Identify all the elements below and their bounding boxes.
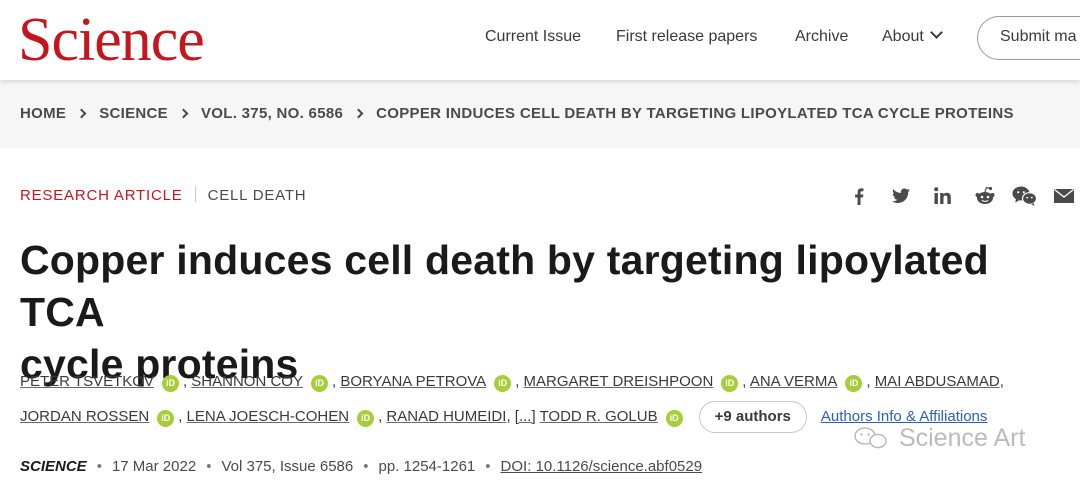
page-range: pp. 1254-1261 <box>378 458 476 475</box>
author-link[interactable]: TODD R. GOLUB <box>540 408 658 425</box>
orcid-icon[interactable]: iD <box>665 410 683 427</box>
breadcrumb-science[interactable]: SCIENCE <box>99 105 168 122</box>
twitter-icon[interactable] <box>889 184 913 208</box>
chevron-right-icon <box>178 108 189 119</box>
nav-archive[interactable]: Archive <box>795 28 848 46</box>
wechat-icon[interactable] <box>1011 184 1039 208</box>
meta-separator: • <box>363 458 369 475</box>
submit-manuscript-button[interactable]: Submit ma <box>977 16 1080 60</box>
orcid-icon[interactable]: iD <box>721 375 739 392</box>
author-link[interactable]: RANAD HUMEIDI <box>386 408 506 425</box>
article-title-line-1: Copper induces cell death by targeting l… <box>20 237 989 335</box>
science-logo[interactable]: Science <box>18 8 205 72</box>
author-link[interactable]: MARGARET DREISHPOON <box>524 373 714 390</box>
doi-link[interactable]: DOI: 10.1126/science.abf0529 <box>501 458 703 475</box>
volume-issue: Vol 375, Issue 6586 <box>221 458 354 475</box>
author-link[interactable]: LENA JOESCH-COHEN <box>187 408 350 425</box>
orcid-icon[interactable]: iD <box>310 375 328 392</box>
article-subject[interactable]: CELL DEATH <box>208 187 307 204</box>
author-link[interactable]: JORDAN ROSSEN <box>20 408 149 425</box>
facebook-icon[interactable] <box>847 184 871 208</box>
orcid-icon[interactable]: iD <box>161 375 179 392</box>
meta-separator: • <box>96 458 102 475</box>
chevron-right-icon <box>76 108 87 119</box>
publication-meta: SCIENCE • 17 Mar 2022 • Vol 375, Issue 6586 •… <box>20 458 702 475</box>
orcid-icon[interactable]: iD <box>357 410 375 427</box>
authors-affiliations-link[interactable]: Authors Info & Affiliations <box>821 408 988 425</box>
chevron-right-icon <box>353 108 364 119</box>
meta-separator: • <box>485 458 491 475</box>
watermark: Science Art <box>852 424 1025 453</box>
author-link[interactable]: PETER TSVETKOV <box>20 373 154 390</box>
author-link[interactable]: MAI ABDUSAMAD <box>875 373 1000 390</box>
reddit-icon[interactable] <box>973 184 997 208</box>
orcid-icon[interactable]: iD <box>845 375 863 392</box>
top-navigation-bar: Science Current Issue First release pape… <box>0 0 1080 80</box>
kicker-divider <box>194 186 196 202</box>
author-ellipsis[interactable]: [...] <box>515 408 536 425</box>
author-link[interactable]: BORYANA PETROVA <box>340 373 486 390</box>
orcid-icon[interactable]: iD <box>494 375 512 392</box>
article-type[interactable]: RESEARCH ARTICLE <box>20 187 183 204</box>
breadcrumb: HOME SCIENCE VOL. 375, NO. 6586 COPPER I… <box>20 105 1014 122</box>
nav-first-release-papers[interactable]: First release papers <box>616 28 757 46</box>
email-icon[interactable] <box>1053 184 1075 208</box>
watermark-text: Science Art <box>898 424 1026 452</box>
more-authors-button[interactable]: +9 authors <box>698 401 807 434</box>
orcid-icon[interactable]: iD <box>157 410 175 427</box>
breadcrumb-home[interactable]: HOME <box>20 105 66 122</box>
publication-date: 17 Mar 2022 <box>111 458 197 475</box>
breadcrumb-volume[interactable]: VOL. 375, NO. 6586 <box>201 105 343 122</box>
author-link[interactable]: ANA VERMA <box>750 373 838 390</box>
chevron-down-icon <box>929 26 943 39</box>
author-link[interactable]: SHANNON COY <box>191 373 303 390</box>
nav-about-label: About <box>882 28 924 45</box>
journal-name[interactable]: SCIENCE <box>20 458 87 475</box>
breadcrumb-article: COPPER INDUCES CELL DEATH BY TARGETING L… <box>376 105 1014 122</box>
nav-about[interactable]: About <box>882 26 943 46</box>
wechat-watermark-icon <box>854 427 887 449</box>
meta-separator: • <box>206 458 212 475</box>
article-kicker: RESEARCH ARTICLE CELL DEATH <box>20 186 306 204</box>
linkedin-icon[interactable] <box>931 184 955 208</box>
nav-current-issue[interactable]: Current Issue <box>485 28 581 46</box>
